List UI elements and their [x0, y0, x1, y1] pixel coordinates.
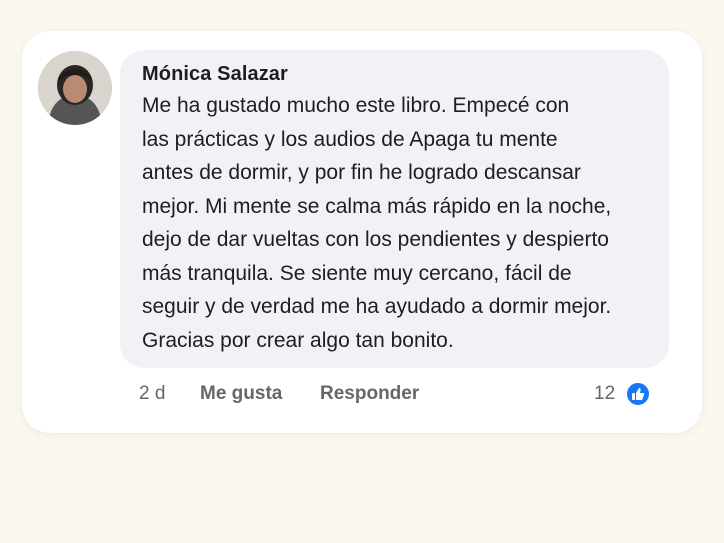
comment-line: seguir y de verdad me ha ayudado a dormi…: [142, 295, 612, 318]
comment-line: más tranquila. Se siente muy cercano, fá…: [142, 261, 572, 285]
like-button[interactable]: Me gusta: [200, 383, 282, 405]
comment-author[interactable]: Mónica Salazar: [142, 63, 288, 86]
avatar[interactable]: [38, 51, 112, 125]
comment-line: Me ha gustado mucho este libro. Empecé c…: [142, 94, 570, 117]
comment-time[interactable]: 2 d: [139, 383, 165, 405]
comment-line: dejo de dar vueltas con los pendientes y…: [142, 228, 609, 251]
comment-line: Gracias por crear algo tan bonito.: [142, 328, 454, 352]
reaction-count[interactable]: 12: [594, 383, 615, 405]
thumbs-up-icon[interactable]: [625, 381, 651, 407]
comment-line: las prácticas y los audios de Apaga tu m…: [142, 127, 558, 151]
avatar-image: [38, 51, 112, 125]
comment-line: antes de dormir, y por fin he logrado de…: [142, 161, 581, 184]
comment-body: Me ha gustado mucho este libro. Empecé c…: [142, 89, 662, 357]
comment-line: mejor. Mi mente se calma más rápido en l…: [142, 194, 612, 218]
reply-button[interactable]: Responder: [320, 383, 419, 405]
